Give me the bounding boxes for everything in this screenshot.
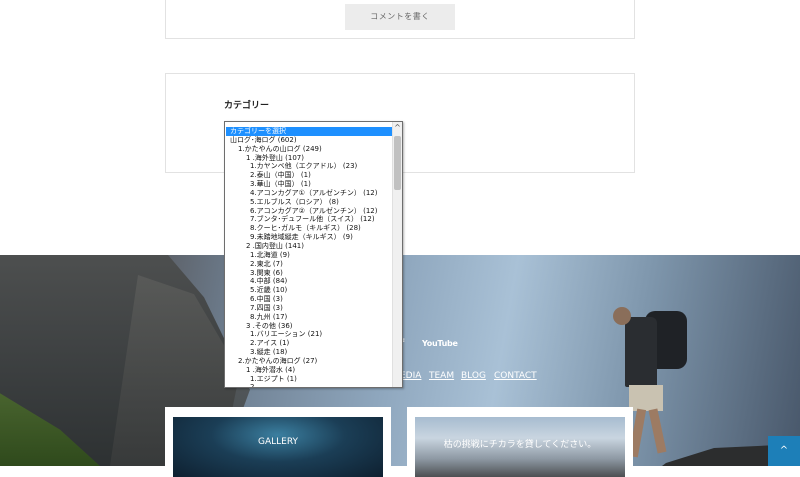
category-option[interactable]: 2. [226,383,392,387]
scroll-up-icon[interactable]: ^ [393,123,402,133]
support-label: 枯の挑戦にチカラを貸してください。 [443,440,597,450]
write-comment-button[interactable]: コメントを書く [345,4,455,30]
support-card[interactable]: 枯の挑戦にチカラを貸してください。 [407,407,633,477]
category-option[interactable]: 1.エジプト (1) [226,375,392,384]
back-to-top-button[interactable]: ^ [768,436,800,466]
nav-link-media[interactable]: EDIA [400,371,421,381]
category-option[interactable]: 4.中部 (84) [226,277,392,286]
category-option[interactable]: カテゴリーを選択 [226,127,392,136]
category-option[interactable]: 3.縦走 (18) [226,348,392,357]
category-title: カテゴリー [224,101,270,111]
category-option[interactable]: 2.アイス (1) [226,339,392,348]
category-option[interactable]: 4.アコンカグア①（アルゼンチン） (12) [226,189,392,198]
support-image: 枯の挑戦にチカラを貸してください。 [415,417,625,477]
nav-link-blog[interactable]: BLOG [461,371,486,381]
gallery-image: GALLERY [173,417,383,477]
category-option[interactable]: 2.かたやんの海ログ (27) [226,357,392,366]
category-option[interactable]: 5.近畿 (10) [226,286,392,295]
category-option[interactable]: 2.泰山（中国） (1) [226,171,392,180]
category-option[interactable]: 3 .その他 (36) [226,322,392,331]
category-option[interactable]: 1.北海道 (9) [226,251,392,260]
gallery-card[interactable]: GALLERY [165,407,391,477]
category-option[interactable]: 山ログ･海ログ (602) [226,136,392,145]
category-option[interactable]: 9.未踏地域縦走（キルギス） (9) [226,233,392,242]
nav-link-team[interactable]: TEAM [429,371,454,381]
youtube-icon[interactable]: YouTube [422,339,458,348]
category-option[interactable]: 1.カヤンベ他（エクアドル） (23) [226,162,392,171]
category-option[interactable]: 2 .国内登山 (141) [226,242,392,251]
dropdown-scrollbar[interactable]: ^ [392,122,402,387]
category-option[interactable]: 1.かたやんの山ログ (249) [226,145,392,154]
nav-link-contact[interactable]: CONTACT [494,371,537,381]
category-option[interactable]: 6.中国 (3) [226,295,392,304]
category-option[interactable]: 1 .海外潜水 (4) [226,366,392,375]
category-option[interactable]: 7.四国 (3) [226,304,392,313]
category-option[interactable]: 3.華山（中国） (1) [226,180,392,189]
category-option[interactable]: 5.エルブルス（ロシア） (8) [226,198,392,207]
category-option[interactable]: 1.バリエーション (21) [226,330,392,339]
category-option[interactable]: 7.ブンタ･デュフール他（スイス） (12) [226,215,392,224]
category-option[interactable]: 8.九州 (17) [226,313,392,322]
category-options: カテゴリーを選択 山ログ･海ログ (602) 1.かたやんの山ログ (249) 1 .… [226,127,392,387]
gallery-label: GALLERY [257,437,299,447]
category-select-dropdown[interactable]: カテゴリーを選択 山ログ･海ログ (602) 1.かたやんの山ログ (249) 1 .… [224,121,403,388]
category-option[interactable]: 2.東北 (7) [226,260,392,269]
category-option[interactable]: 8.クーヒ･ガルモ（キルギス） (28) [226,224,392,233]
scrollbar-thumb[interactable] [394,136,401,190]
comment-section: コメントを書く [165,0,635,39]
